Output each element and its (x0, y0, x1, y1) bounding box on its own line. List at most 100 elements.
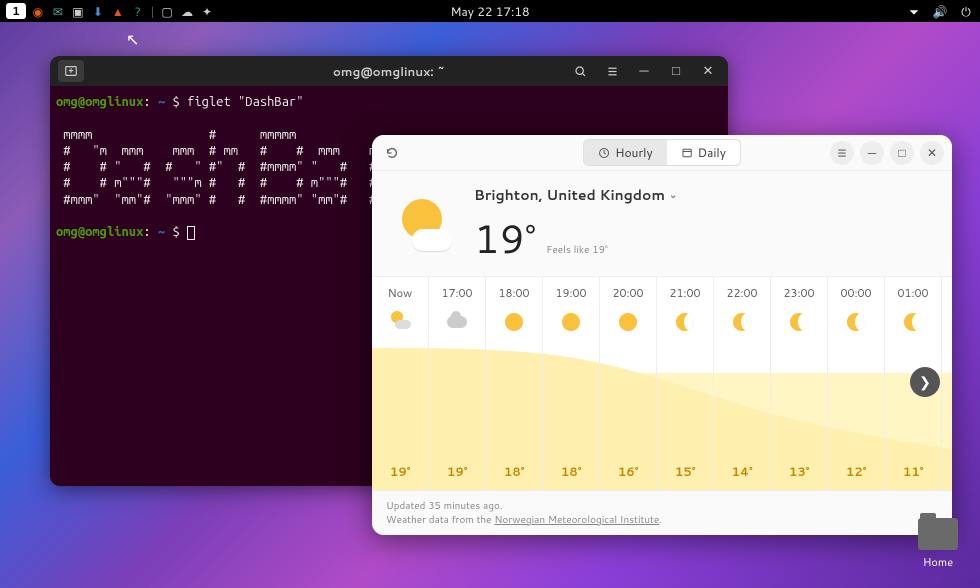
terminal-title: omg@omglinux: ~ (333, 63, 445, 80)
sun-icon (617, 311, 639, 333)
moon-icon (674, 311, 696, 333)
hourly-forecast[interactable]: Now 19° 17:00 19° 18:00 18° 19:00 18° 20:00 16° 21… (372, 276, 952, 490)
app-icon[interactable]: ▲ (110, 3, 126, 19)
minimize-button[interactable]: ─ (632, 59, 656, 83)
hour-column: 17:00 19° (429, 277, 486, 490)
current-conditions: Brighton, United Kingdom ⌄ 19° Feels lik… (372, 171, 952, 276)
weather-window[interactable]: Hourly Daily ─ □ ✕ Brighton, United King… (372, 135, 952, 535)
weather-menu-button[interactable] (830, 141, 854, 165)
new-tab-button[interactable] (58, 60, 84, 82)
firefox-icon[interactable]: ◉ (30, 3, 46, 19)
figlet-output: mmmm # mmmmm # "m mmm mmm # mm # # mmm m… (56, 128, 405, 207)
new-tab-icon (64, 64, 78, 78)
clock[interactable]: May 22 17:18 (450, 3, 529, 20)
hour-time: 22:00 (727, 285, 758, 301)
hour-column: 20:00 16° (600, 277, 657, 490)
moon-icon (788, 311, 810, 333)
hour-time: 01:00 (898, 285, 929, 301)
hour-temp: 19° (447, 463, 468, 480)
cloud-icon (446, 311, 468, 333)
chevron-down-icon: ⌄ (669, 188, 677, 202)
hour-temp: 18° (561, 463, 582, 480)
hour-time: 20:00 (613, 285, 644, 301)
extension-icon[interactable]: ✦ (199, 3, 215, 19)
hour-time: 17:00 (442, 285, 473, 301)
terminal-cursor (187, 226, 195, 240)
location-button[interactable]: Brighton, United Kingdom ⌄ (474, 185, 677, 205)
hour-temp: 16° (618, 463, 639, 480)
partly-icon (389, 311, 411, 331)
mail-icon[interactable]: ✉ (50, 3, 66, 19)
view-switcher: Hourly Daily (583, 139, 741, 166)
menu-button[interactable] (600, 59, 624, 83)
sun-icon (503, 311, 525, 333)
hour-column: 18:00 18° (486, 277, 543, 490)
home-label: Home (914, 554, 962, 570)
software-icon[interactable]: ⬇ (90, 3, 106, 19)
prompt-path: ~ (158, 95, 165, 109)
help-icon[interactable]: ? (130, 3, 146, 19)
hour-column: 23:00 13° (771, 277, 828, 490)
prompt-path: ~ (158, 225, 165, 239)
hour-time: Now (388, 285, 412, 301)
weather-indicator-icon[interactable]: ☁ (179, 3, 195, 19)
hamburger-icon (836, 147, 848, 159)
files-icon[interactable]: ▣ (70, 3, 86, 19)
daily-tab[interactable]: Daily (667, 140, 740, 165)
weather-close-button[interactable]: ✕ (920, 141, 944, 165)
power-icon[interactable]: ⏻ (958, 3, 974, 19)
hour-temp: 14° (731, 463, 752, 480)
prompt-sep: : (143, 95, 150, 109)
home-folder[interactable]: Home (914, 518, 962, 570)
refresh-icon (385, 146, 399, 160)
maximize-button[interactable]: □ (664, 59, 688, 83)
hour-time: 18:00 (499, 285, 530, 301)
current-weather-icon (394, 195, 456, 257)
hourly-label: Hourly (615, 144, 653, 161)
sun-icon (560, 311, 582, 333)
weather-maximize-button[interactable]: □ (890, 141, 914, 165)
hour-time: 19:00 (556, 285, 587, 301)
search-button[interactable] (568, 59, 592, 83)
prompt-sep: : (143, 225, 150, 239)
clock-icon (598, 147, 610, 159)
hour-temp: 18° (504, 463, 525, 480)
hour-column: 22:00 14° (714, 277, 771, 490)
hourly-tab[interactable]: Hourly (584, 140, 667, 165)
folder-icon (918, 518, 958, 550)
hour-time: 21:00 (670, 285, 701, 301)
weather-headerbar[interactable]: Hourly Daily ─ □ ✕ (372, 135, 952, 171)
feels-like: Feels like 19° (546, 243, 608, 257)
attribution-link[interactable]: Norwegian Meteorological Institute (494, 513, 659, 527)
top-panel: 1 ◉ ✉ ▣ ⬇ ▲ ? | ▢ ☁ ✦ May 22 17:18 ⏷ 🔊 ⏻ (0, 0, 980, 22)
hour-column: 21:0015° (657, 277, 714, 490)
calendar-icon (681, 147, 693, 159)
hour-temp: 13° (789, 463, 810, 480)
volume-icon[interactable]: 🔊 (932, 3, 948, 19)
refresh-button[interactable] (380, 141, 404, 165)
weather-minimize-button[interactable]: ─ (860, 141, 884, 165)
tray-divider: | (150, 3, 155, 20)
workspace-indicator[interactable]: 1 (6, 3, 26, 19)
hour-column: Now 19° (372, 277, 429, 490)
hour-time: 00:00 (841, 285, 872, 301)
daily-label: Daily (698, 144, 726, 161)
hour-temp: 12° (846, 463, 867, 480)
hour-time: 23:00 (784, 285, 815, 301)
terminal-icon[interactable]: ▢ (159, 3, 175, 19)
chevron-right-icon: ❯ (919, 372, 931, 392)
moon-icon (845, 311, 867, 333)
prompt-user: omg@omglinux (56, 225, 143, 239)
network-icon[interactable]: ⏷ (906, 3, 922, 19)
search-icon (574, 65, 587, 78)
hour-column: 19:00 18° (543, 277, 600, 490)
command-text: figlet "DashBar" (187, 95, 303, 109)
close-button[interactable]: ✕ (696, 59, 720, 83)
hour-column: 00:00 12° (828, 277, 885, 490)
weather-footer: Updated 35 minutes ago. Weather data fro… (372, 490, 952, 535)
terminal-titlebar[interactable]: omg@omglinux: ~ ─ □ ✕ (50, 56, 728, 86)
updated-text: Updated 35 minutes ago. (386, 499, 938, 513)
scroll-next-button[interactable]: ❯ (910, 367, 940, 397)
hour-temp: 19° (390, 463, 411, 480)
hamburger-icon (606, 65, 619, 78)
